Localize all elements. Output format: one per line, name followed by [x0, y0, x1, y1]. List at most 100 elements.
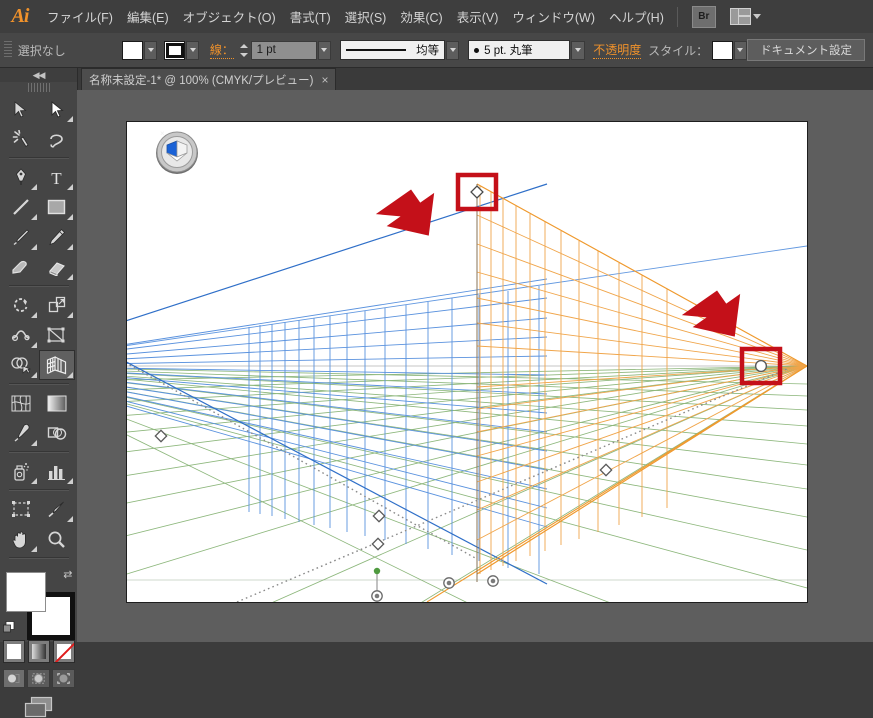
tools-grid: T: [3, 94, 75, 562]
left-station-point-handle: [443, 577, 455, 589]
stroke-profile-select[interactable]: 均等: [339, 40, 446, 60]
flyout-indicator-icon: [66, 516, 73, 522]
lasso-tool[interactable]: [39, 124, 75, 154]
adobe-illustrator-logo: Ai: [11, 5, 30, 27]
pen-tool[interactable]: [3, 162, 39, 192]
gradient-mode-button[interactable]: [27, 640, 50, 663]
default-fill-stroke-icon[interactable]: [2, 621, 16, 634]
flyout-indicator-icon: [30, 312, 37, 318]
style-label: スタイル：: [648, 43, 709, 58]
stroke-swatch-dropdown[interactable]: [186, 40, 200, 60]
blob-brush-tool[interactable]: [3, 252, 39, 282]
symbol-sprayer-tool[interactable]: [3, 456, 39, 486]
graphic-style-swatch[interactable]: [711, 40, 733, 60]
stroke-weight-input[interactable]: 1 pt: [250, 40, 317, 60]
flyout-indicator-icon: [30, 184, 37, 190]
menu-file[interactable]: ファイル(F): [40, 0, 120, 33]
swap-fill-stroke-icon[interactable]: ⇄: [63, 568, 72, 581]
brush-definition-dropdown[interactable]: [571, 40, 585, 60]
ground-extent-handle-b: [371, 537, 385, 551]
width-tool[interactable]: [3, 320, 39, 350]
zoom-tool[interactable]: [39, 524, 75, 554]
perspective-grid: [127, 172, 807, 602]
document-setup-button[interactable]: ドキュメント設定: [747, 39, 865, 61]
close-icon[interactable]: ×: [321, 73, 328, 87]
none-mode-button[interactable]: [52, 640, 75, 663]
stroke-color-swatch[interactable]: [164, 40, 186, 60]
control-bar-grip[interactable]: [4, 41, 12, 59]
workspace-switcher-icon: [729, 8, 751, 25]
stroke-weight-dropdown[interactable]: [317, 40, 331, 60]
document-tab[interactable]: 名称未設定-1* @ 100% (CMYK/プレビュー) ×: [81, 68, 337, 90]
graphic-style-dropdown[interactable]: [733, 40, 747, 60]
chevron-down-icon: [752, 14, 761, 19]
color-mode-button[interactable]: [2, 640, 25, 663]
flyout-indicator-icon: [66, 312, 73, 318]
paintbrush-tool[interactable]: [3, 222, 39, 252]
color-mode-buttons: [2, 640, 75, 663]
eraser-tool[interactable]: [39, 252, 75, 282]
menu-effect[interactable]: 効果(C): [393, 0, 449, 33]
workspace-switcher-button[interactable]: [729, 8, 761, 25]
direct-selection-tool[interactable]: [39, 94, 75, 124]
vanishing-point-handles: [754, 359, 768, 373]
fill-swatch-dropdown[interactable]: [143, 40, 158, 60]
pencil-tool[interactable]: [39, 222, 75, 252]
draw-behind-button[interactable]: [27, 669, 50, 688]
artboard-tool[interactable]: [3, 494, 39, 524]
menu-view[interactable]: 表示(V): [450, 0, 506, 33]
draw-mode-buttons: [2, 669, 75, 688]
shape-builder-tool[interactable]: [3, 350, 39, 380]
flyout-indicator-icon: [66, 244, 73, 250]
canvas-area[interactable]: ×: [77, 90, 873, 642]
menu-type[interactable]: 書式(T): [283, 0, 338, 33]
stroke-label[interactable]: 線：: [209, 41, 234, 59]
flyout-indicator-icon: [30, 440, 37, 446]
column-graph-tool[interactable]: [39, 456, 75, 486]
rotate-tool[interactable]: [3, 290, 39, 320]
plane-switching-widget[interactable]: ×: [152, 127, 202, 177]
magic-wand-tool[interactable]: [3, 124, 39, 154]
blend-tool[interactable]: [39, 418, 75, 448]
flyout-indicator-icon: [30, 478, 37, 484]
draw-inside-button[interactable]: [51, 669, 75, 688]
selection-status-label: 選択なし: [17, 43, 66, 58]
bridge-button[interactable]: Br: [691, 5, 716, 28]
right-vanishing-point-handle: [754, 359, 768, 373]
menu-select[interactable]: 選択(S): [338, 0, 394, 33]
type-tool[interactable]: T: [39, 162, 75, 192]
stroke-weight-stepper[interactable]: [239, 41, 249, 59]
mesh-tool[interactable]: [3, 388, 39, 418]
stroke-profile-dropdown[interactable]: [446, 40, 460, 60]
menu-object[interactable]: オブジェクト(O): [176, 0, 283, 33]
eyedropper-tool[interactable]: [3, 418, 39, 448]
scale-tool[interactable]: [39, 290, 75, 320]
brush-dot-icon: [474, 47, 480, 53]
menu-help[interactable]: ヘルプ(H): [602, 0, 671, 33]
flyout-indicator-icon: [30, 546, 37, 552]
menu-edit[interactable]: 編集(E): [120, 0, 176, 33]
artboard[interactable]: ×: [126, 121, 808, 603]
menu-bar: Ai ファイル(F) 編集(E) オブジェクト(O) 書式(T) 選択(S) 効…: [0, 0, 873, 34]
ground-extent-handle-a: [372, 509, 386, 523]
brush-definition-select[interactable]: 5 pt. 丸筆: [468, 40, 571, 60]
screen-mode-button[interactable]: [3, 696, 75, 718]
free-transform-tool[interactable]: [39, 320, 75, 350]
fill-color-box[interactable]: [5, 572, 46, 612]
menu-window[interactable]: ウィンドウ(W): [505, 0, 602, 33]
selection-tool[interactable]: [3, 94, 39, 124]
draw-normal-button[interactable]: [2, 669, 26, 688]
slice-tool[interactable]: [39, 494, 75, 524]
opacity-label[interactable]: 不透明度: [593, 41, 642, 59]
tools-panel-collapse-button[interactable]: ◀◀: [0, 68, 77, 82]
tools-panel-grip[interactable]: [27, 83, 50, 92]
hand-tool[interactable]: [3, 524, 39, 554]
svg-text:T: T: [51, 169, 62, 186]
perspective-grid-tool[interactable]: [38, 350, 75, 380]
gradient-tool[interactable]: [39, 388, 75, 418]
flyout-indicator-icon: [30, 244, 37, 250]
line-segment-tool[interactable]: [3, 192, 39, 222]
fill-color-swatch[interactable]: [121, 40, 143, 60]
rectangle-tool[interactable]: [39, 192, 75, 222]
illustrator-window: Ai ファイル(F) 編集(E) オブジェクト(O) 書式(T) 選択(S) 効…: [0, 0, 873, 718]
